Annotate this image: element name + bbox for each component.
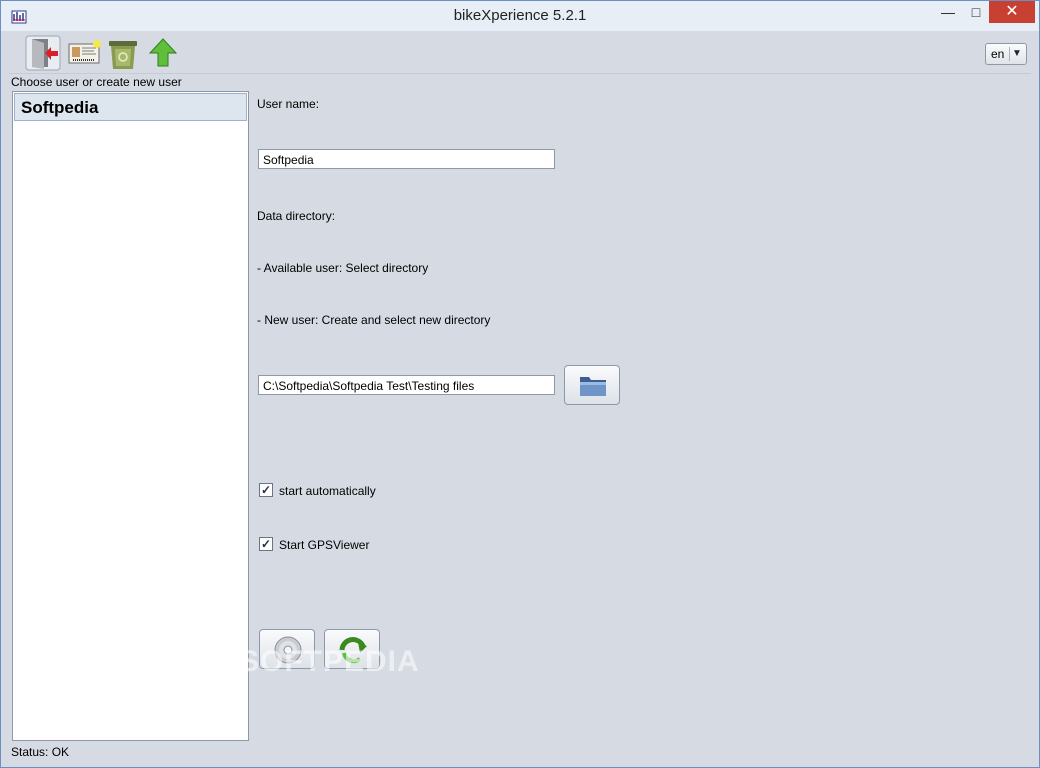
maximize-button[interactable]: □ [959,1,993,23]
status-bar: Status: OK [11,745,70,759]
user-list-heading: Choose user or create new user [11,75,182,89]
recycle-bin-icon[interactable] [105,35,141,71]
list-item[interactable]: Softpedia [14,93,247,121]
chevron-down-icon: ▼ [1009,47,1024,61]
up-arrow-icon[interactable] [145,35,181,71]
start-gpsviewer-checkbox[interactable]: ✓ [259,537,273,551]
browse-directory-button[interactable] [564,365,620,405]
user-list[interactable]: Softpedia [12,91,249,741]
directory-field[interactable]: C:\Softpedia\Softpedia Test\Testing file… [258,375,555,395]
language-value: en [991,47,1005,61]
data-directory-label: Data directory: [257,209,336,223]
user-card-icon[interactable] [67,35,103,71]
folder-icon [580,377,606,396]
user-name-label: User name: [257,97,320,111]
user-name-field[interactable]: Softpedia [258,149,555,169]
title-bar: bikeXperience 5.2.1 — □ ✕ [1,1,1039,31]
app-window: bikeXperience 5.2.1 — □ ✕ en ▼ Choose us… [0,0,1040,768]
window-title: bikeXperience 5.2.1 [453,7,587,24]
close-button[interactable]: ✕ [989,1,1035,23]
watermark: SOFTPEDIA [239,645,420,678]
start-automatically-label: start automatically [279,484,376,498]
language-select[interactable]: en ▼ [985,43,1027,65]
toolbar [9,33,1031,74]
hint-new-user: - New user: Create and select new direct… [257,313,491,327]
start-gpsviewer-label: Start GPSViewer [279,538,370,552]
start-automatically-checkbox[interactable]: ✓ [259,483,273,497]
exit-door-icon[interactable] [25,35,61,71]
hint-available-user: - Available user: Select directory [257,261,429,275]
